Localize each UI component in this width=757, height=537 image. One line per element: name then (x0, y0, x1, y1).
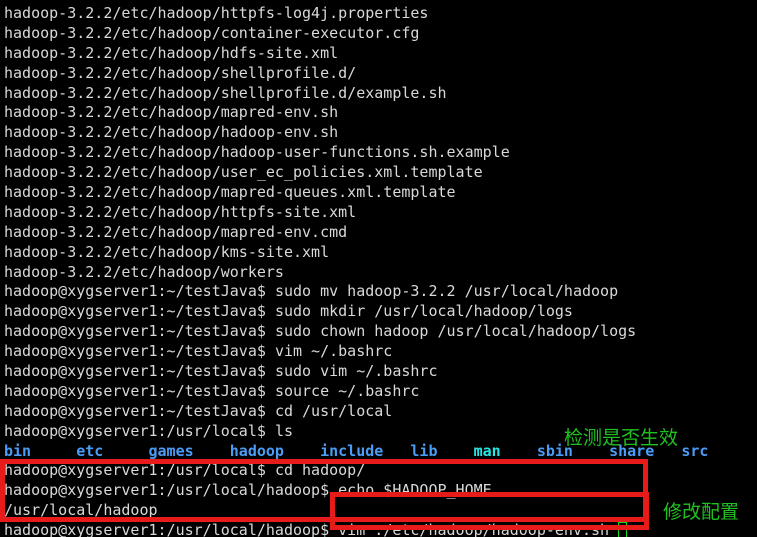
terminal-command-line: hadoop@xygserver1:~/testJava$ sudo mv ha… (4, 282, 757, 302)
terminal-command-line: hadoop@xygserver1:~/testJava$ vim ~/.bas… (4, 342, 757, 362)
shell-prompt: hadoop@xygserver1:/usr/local$ (4, 421, 275, 440)
output-text: hadoop-3.2.2/etc/hadoop/hadoop-user-func… (4, 143, 510, 162)
output-text: hadoop-3.2.2/etc/hadoop/shellprofile.d/e… (4, 83, 447, 102)
output-text: hadoop-3.2.2/etc/hadoop/kms-site.xml (4, 242, 330, 261)
shell-command: source ~/.bashrc (274, 381, 420, 400)
ls-column-gap (284, 442, 320, 460)
terminal-line: hadoop-3.2.2/etc/hadoop/hdfs-site.xml (4, 44, 757, 64)
terminal-command-line: hadoop@xygserver1:~/testJava$ cd /usr/lo… (4, 402, 757, 422)
shell-prompt: hadoop@xygserver1:~/testJava$ (4, 302, 275, 321)
ls-entry-etc: etc (76, 441, 104, 460)
shell-prompt: hadoop@xygserver1:/usr/local/hadoop$ (4, 481, 339, 500)
annotation-verify-env: 检测是否生效 (564, 427, 679, 449)
ls-entry-bin: bin (4, 441, 32, 460)
shell-command: echo $HADOOP_HOME (338, 481, 492, 500)
terminal-command-line: hadoop@xygserver1:/usr/local/hadoop$ ech… (4, 481, 757, 501)
shell-prompt: hadoop@xygserver1:/usr/local/hadoop$ (4, 521, 339, 537)
ls-entry-games: games (148, 441, 194, 460)
annotation-edit-config: 修改配置 (663, 501, 740, 523)
output-text: hadoop-3.2.2/etc/hadoop/hdfs-site.xml (4, 43, 339, 62)
terminal-line: hadoop-3.2.2/etc/hadoop/httpfs-log4j.pro… (4, 4, 757, 24)
ls-column-gap (31, 442, 76, 460)
output-text: hadoop-3.2.2/etc/hadoop/httpfs-site.xml (4, 202, 357, 221)
terminal-line: hadoop-3.2.2/etc/hadoop/mapred-env.sh (4, 103, 757, 123)
terminal-line: hadoop-3.2.2/etc/hadoop/shellprofile.d/ (4, 64, 757, 84)
shell-prompt: hadoop@xygserver1:~/testJava$ (4, 362, 275, 381)
text-cursor (618, 522, 628, 537)
shell-command: sudo mkdir /usr/local/hadoop/logs (274, 302, 573, 321)
terminal-line: hadoop-3.2.2/etc/hadoop/user_ec_policies… (4, 163, 757, 183)
shell-prompt: hadoop@xygserver1:~/testJava$ (4, 322, 275, 341)
terminal-command-line: hadoop@xygserver1:~/testJava$ sudo chown… (4, 322, 757, 342)
output-text: hadoop-3.2.2/etc/hadoop/workers (4, 262, 284, 281)
terminal-output-area[interactable]: hadoop-3.2.2/etc/hadoop/httpfs-log4j.pro… (0, 0, 757, 537)
terminal-command-line: hadoop@xygserver1:~/testJava$ sudo vim ~… (4, 362, 757, 382)
ls-entry-include: include (320, 441, 384, 460)
shell-prompt: hadoop@xygserver1:~/testJava$ (4, 401, 275, 420)
output-text: hadoop-3.2.2/etc/hadoop/shellprofile.d/ (4, 63, 357, 82)
terminal-screen: hadoop-3.2.2/etc/hadoop/httpfs-log4j.pro… (0, 0, 757, 537)
ls-column-gap (103, 442, 148, 460)
output-text: hadoop-3.2.2/etc/hadoop/container-execut… (4, 23, 420, 42)
ls-entry-man: man (473, 441, 501, 460)
shell-prompt: hadoop@xygserver1:~/testJava$ (4, 282, 275, 301)
shell-command: cd hadoop/ (274, 461, 366, 480)
shell-prompt: hadoop@xygserver1:~/testJava$ (4, 342, 275, 361)
output-text: hadoop-3.2.2/etc/hadoop/mapred-env.sh (4, 103, 339, 122)
shell-command: vim ./etc/hadoop/hadoop-env.sh (338, 521, 619, 537)
output-text: hadoop-3.2.2/etc/hadoop/httpfs-log4j.pro… (4, 4, 429, 22)
ls-column-gap (194, 442, 230, 460)
terminal-line: hadoop-3.2.2/etc/hadoop/httpfs-site.xml (4, 203, 757, 223)
terminal-line: hadoop-3.2.2/etc/hadoop/hadoop-env.sh (4, 123, 757, 143)
terminal-line: hadoop-3.2.2/etc/hadoop/mapred-env.cmd (4, 223, 757, 243)
terminal-command-line: hadoop@xygserver1:/usr/local/hadoop$ vim… (4, 521, 757, 537)
ls-column-gap (501, 442, 537, 460)
ls-column-gap (438, 442, 474, 460)
shell-command: sudo vim ~/.bashrc (274, 362, 438, 381)
ls-column-gap (383, 442, 410, 460)
terminal-line: hadoop-3.2.2/etc/hadoop/kms-site.xml (4, 243, 757, 263)
terminal-line: hadoop-3.2.2/etc/hadoop/workers (4, 263, 757, 283)
terminal-command-line: hadoop@xygserver1:~/testJava$ source ~/.… (4, 382, 757, 402)
shell-command: cd /usr/local (274, 401, 393, 420)
output-text: hadoop-3.2.2/etc/hadoop/mapred-env.cmd (4, 222, 348, 241)
terminal-line: hadoop-3.2.2/etc/hadoop/mapred-queues.xm… (4, 183, 757, 203)
terminal-line: hadoop-3.2.2/etc/hadoop/hadoop-user-func… (4, 143, 757, 163)
terminal-line: hadoop-3.2.2/etc/hadoop/container-execut… (4, 24, 757, 44)
shell-prompt: hadoop@xygserver1:~/testJava$ (4, 381, 275, 400)
ls-entry-src: src (681, 441, 709, 460)
ls-entry-hadoop: hadoop (229, 441, 284, 460)
terminal-line: hadoop-3.2.2/etc/hadoop/shellprofile.d/e… (4, 84, 757, 104)
echo-output-text: /usr/local/hadoop (4, 501, 158, 520)
shell-prompt: hadoop@xygserver1:/usr/local$ (4, 461, 275, 480)
shell-command: ls (274, 421, 293, 440)
terminal-command-line: hadoop@xygserver1:~/testJava$ sudo mkdir… (4, 302, 757, 322)
output-text: hadoop-3.2.2/etc/hadoop/hadoop-env.sh (4, 123, 339, 142)
shell-command: vim ~/.bashrc (274, 342, 393, 361)
terminal-line: /usr/local/hadoop (4, 501, 757, 521)
shell-command: sudo mv hadoop-3.2.2 /usr/local/hadoop (274, 282, 619, 301)
ls-entry-lib: lib (410, 441, 438, 460)
terminal-command-line: hadoop@xygserver1:/usr/local$ cd hadoop/ (4, 461, 757, 481)
output-text: hadoop-3.2.2/etc/hadoop/user_ec_policies… (4, 163, 483, 182)
shell-command: sudo chown hadoop /usr/local/hadoop/logs (274, 322, 637, 341)
output-text: hadoop-3.2.2/etc/hadoop/mapred-queues.xm… (4, 183, 456, 202)
